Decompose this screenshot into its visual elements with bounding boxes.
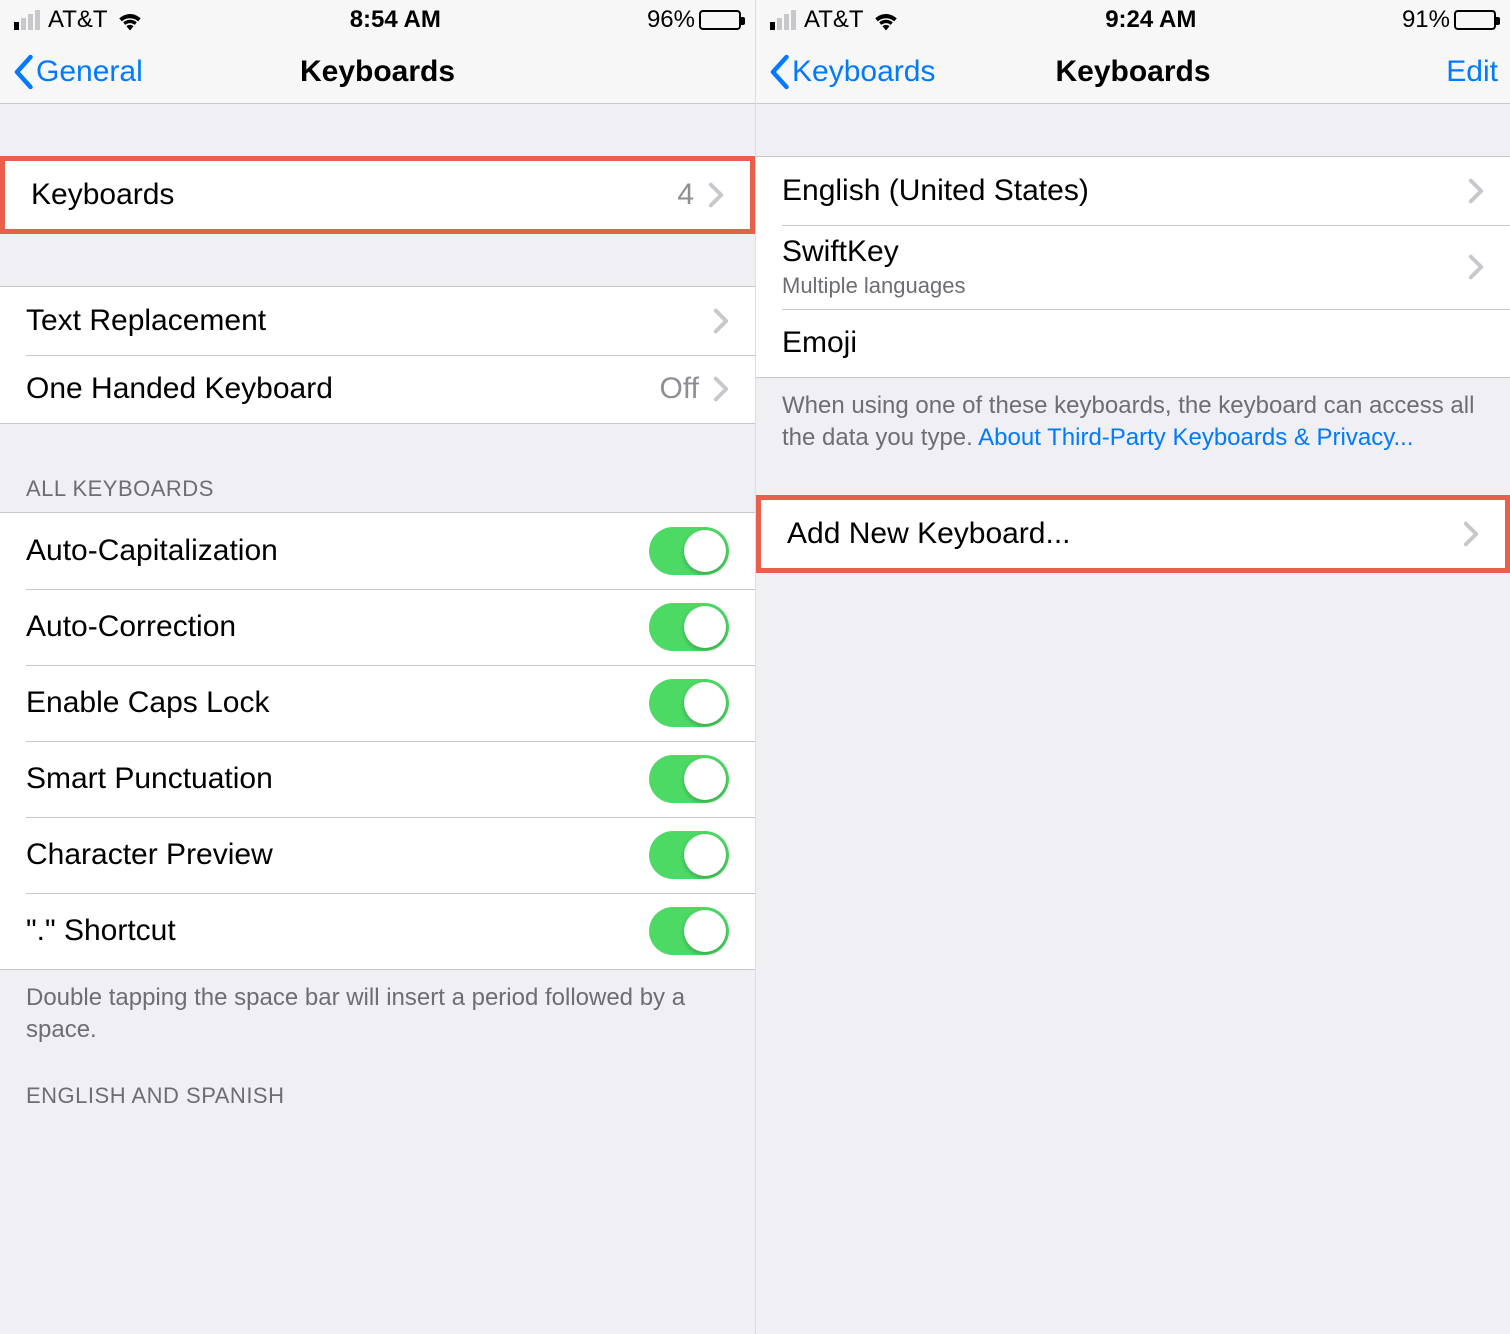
one-handed-label: One Handed Keyboard bbox=[26, 372, 333, 406]
one-handed-value: Off bbox=[660, 372, 699, 406]
keyboard-row-english[interactable]: English (United States) bbox=[756, 157, 1510, 225]
screen-keyboards-settings: AT&T 8:54 AM 96% General Keyboards Keybo… bbox=[0, 0, 755, 1334]
toggle-period-shortcut[interactable]: "." Shortcut bbox=[0, 893, 755, 969]
toggle-label: Enable Caps Lock bbox=[26, 686, 270, 720]
signal-bars-icon bbox=[14, 10, 40, 30]
status-right: 91% bbox=[1402, 6, 1496, 34]
keyboards-count: 4 bbox=[677, 178, 694, 212]
chevron-right-icon bbox=[708, 182, 724, 208]
toggle-smart-punctuation[interactable]: Smart Punctuation bbox=[0, 741, 755, 817]
group-all-keyboards: ALL KEYBOARDS Auto-Capitalization Auto-C… bbox=[0, 476, 755, 1047]
chevron-left-icon bbox=[12, 54, 34, 90]
keyboard-label: SwiftKey bbox=[782, 235, 965, 269]
keyboard-row-swiftkey[interactable]: SwiftKey Multiple languages bbox=[756, 225, 1510, 309]
one-handed-row[interactable]: One Handed Keyboard Off bbox=[0, 355, 755, 423]
chevron-right-icon bbox=[1468, 254, 1484, 280]
group-add-keyboard: Add New Keyboard... bbox=[756, 495, 1510, 573]
chevron-right-icon bbox=[713, 308, 729, 334]
keyboards-row[interactable]: Keyboards 4 bbox=[5, 161, 750, 229]
switch-on-icon[interactable] bbox=[649, 527, 729, 575]
add-new-keyboard-row[interactable]: Add New Keyboard... bbox=[761, 500, 1505, 568]
switch-on-icon[interactable] bbox=[649, 603, 729, 651]
nav-bar: General Keyboards bbox=[0, 40, 755, 104]
nav-bar: Keyboards Keyboards Edit bbox=[756, 40, 1510, 104]
battery-pct: 91% bbox=[1402, 6, 1450, 34]
screen-keyboards-list: AT&T 9:24 AM 91% Keyboards Keyboards Edi… bbox=[755, 0, 1510, 1334]
switch-on-icon[interactable] bbox=[649, 679, 729, 727]
battery-indicator: 91% bbox=[1402, 6, 1496, 34]
keyboard-label: Emoji bbox=[782, 326, 857, 360]
group-installed-keyboards: English (United States) SwiftKey Multipl… bbox=[756, 156, 1510, 455]
signal-bars-icon bbox=[770, 10, 796, 30]
battery-icon bbox=[699, 10, 741, 30]
chevron-right-icon bbox=[1463, 521, 1479, 547]
text-replacement-row[interactable]: Text Replacement bbox=[0, 287, 755, 355]
status-bar: AT&T 8:54 AM 96% bbox=[0, 0, 755, 40]
carrier-label: AT&T bbox=[48, 6, 108, 34]
keyboard-label: English (United States) bbox=[782, 174, 1089, 208]
status-right: 96% bbox=[647, 6, 741, 34]
wifi-icon bbox=[116, 9, 144, 31]
chevron-right-icon bbox=[1468, 178, 1484, 204]
toggle-label: Auto-Capitalization bbox=[26, 534, 278, 568]
status-bar: AT&T 9:24 AM 91% bbox=[756, 0, 1510, 40]
toggle-character-preview[interactable]: Character Preview bbox=[0, 817, 755, 893]
battery-pct: 96% bbox=[647, 6, 695, 34]
keyboard-sublabel: Multiple languages bbox=[782, 273, 965, 299]
status-time: 8:54 AM bbox=[350, 6, 441, 34]
english-spanish-header: ENGLISH AND SPANISH bbox=[0, 1083, 755, 1119]
chevron-right-icon bbox=[713, 376, 729, 402]
keyboards-row-label: Keyboards bbox=[31, 178, 174, 212]
chevron-left-icon bbox=[768, 54, 790, 90]
privacy-link[interactable]: About Third-Party Keyboards & Privacy... bbox=[978, 424, 1413, 451]
switch-on-icon[interactable] bbox=[649, 907, 729, 955]
nav-edit-button[interactable]: Edit bbox=[1438, 55, 1498, 89]
switch-on-icon[interactable] bbox=[649, 831, 729, 879]
switch-on-icon[interactable] bbox=[649, 755, 729, 803]
wifi-icon bbox=[872, 9, 900, 31]
group-english-spanish: ENGLISH AND SPANISH bbox=[0, 1083, 755, 1119]
third-party-footer: When using one of these keyboards, the k… bbox=[756, 378, 1510, 455]
keyboard-row-emoji[interactable]: Emoji bbox=[756, 309, 1510, 377]
all-keyboards-header: ALL KEYBOARDS bbox=[0, 476, 755, 512]
toggle-label: Character Preview bbox=[26, 838, 273, 872]
nav-back-button[interactable]: General bbox=[12, 54, 143, 90]
text-replacement-label: Text Replacement bbox=[26, 304, 266, 338]
toggle-auto-correction[interactable]: Auto-Correction bbox=[0, 589, 755, 665]
toggle-caps-lock[interactable]: Enable Caps Lock bbox=[0, 665, 755, 741]
carrier-label: AT&T bbox=[804, 6, 864, 34]
nav-back-button[interactable]: Keyboards bbox=[768, 54, 935, 90]
toggle-label: "." Shortcut bbox=[26, 914, 176, 948]
toggle-label: Auto-Correction bbox=[26, 610, 236, 644]
battery-indicator: 96% bbox=[647, 6, 741, 34]
toggle-auto-capitalization[interactable]: Auto-Capitalization bbox=[0, 513, 755, 589]
status-left: AT&T bbox=[770, 6, 900, 34]
battery-icon bbox=[1454, 10, 1496, 30]
nav-back-label: Keyboards bbox=[792, 55, 935, 89]
group-text-options: Text Replacement One Handed Keyboard Off bbox=[0, 286, 755, 424]
add-new-keyboard-label: Add New Keyboard... bbox=[787, 517, 1071, 551]
nav-back-label: General bbox=[36, 55, 143, 89]
group-keyboards-count: Keyboards 4 bbox=[0, 156, 755, 234]
period-shortcut-footer: Double tapping the space bar will insert… bbox=[0, 970, 755, 1047]
status-left: AT&T bbox=[14, 6, 144, 34]
status-time: 9:24 AM bbox=[1105, 6, 1196, 34]
toggle-label: Smart Punctuation bbox=[26, 762, 273, 796]
